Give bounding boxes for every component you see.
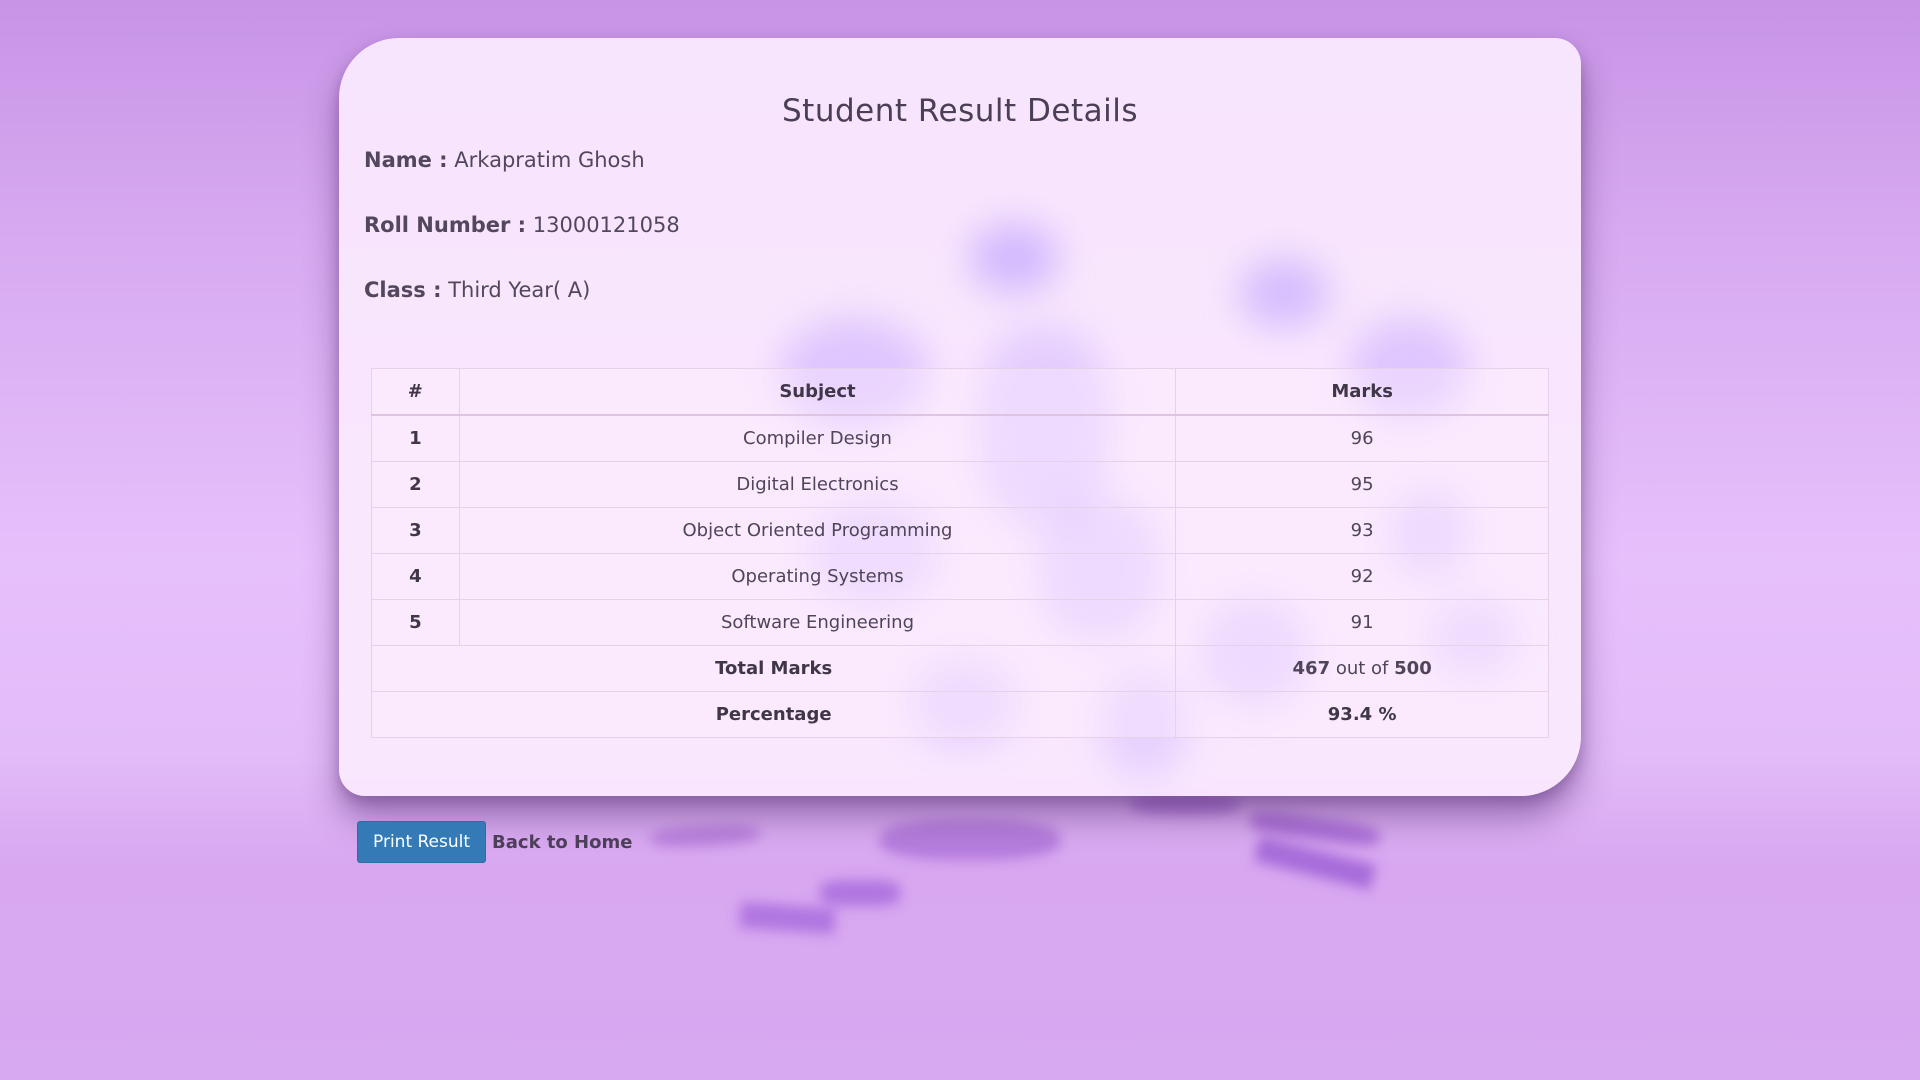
percentage-row: Percentage 93.4 % <box>370 691 1549 738</box>
row-subject: Digital Electronics <box>458 461 1177 508</box>
back-to-home-link[interactable]: Back to Home <box>492 832 632 853</box>
name-value: Arkapratim Ghosh <box>454 148 645 172</box>
background-decoration <box>880 820 1060 860</box>
total-separator: out of <box>1335 658 1389 679</box>
row-subject: Operating Systems <box>458 553 1177 600</box>
row-marks: 92 <box>1175 553 1549 600</box>
student-class: Class : Third Year( A) <box>364 278 590 302</box>
table-row: 5 Software Engineering 91 <box>371 599 1549 646</box>
background-decoration <box>1130 795 1240 815</box>
total-max: 500 <box>1394 658 1432 679</box>
row-marks: 96 <box>1175 414 1549 462</box>
header-number: # <box>371 368 460 416</box>
row-number: 1 <box>371 414 460 462</box>
print-result-button[interactable]: Print Result <box>357 821 487 863</box>
table-row: 2 Digital Electronics 95 <box>371 461 1549 508</box>
header-marks: Marks <box>1175 368 1549 416</box>
total-marks-row: Total Marks 467 out of 500 <box>370 645 1549 692</box>
background-decoration <box>739 901 836 935</box>
student-roll-number: Roll Number : 13000121058 <box>364 213 680 237</box>
header-subject: Subject <box>458 368 1177 416</box>
background-decoration <box>649 823 761 849</box>
row-marks: 93 <box>1175 507 1549 554</box>
total-marks-value: 467 out of 500 <box>1175 645 1549 692</box>
row-number: 3 <box>371 507 460 554</box>
total-marks-label: Total Marks <box>370 645 1177 692</box>
result-card: Student Result Details Name : Arkapratim… <box>339 38 1581 796</box>
row-number: 2 <box>371 461 460 508</box>
class-value: Third Year( A) <box>448 278 591 302</box>
page-title: Student Result Details <box>782 93 1138 129</box>
table-row: 1 Compiler Design 96 <box>371 414 1549 462</box>
row-marks: 91 <box>1175 599 1549 646</box>
percentage-value: 93.4 % <box>1175 691 1549 738</box>
class-label: Class : <box>364 278 442 302</box>
name-label: Name : <box>364 148 448 172</box>
student-name: Name : Arkapratim Ghosh <box>364 148 645 172</box>
results-table: # Subject Marks 1 Compiler Design 96 2 D… <box>370 368 1549 738</box>
table-header-row: # Subject Marks <box>371 368 1549 416</box>
roll-number-label: Roll Number : <box>364 213 527 237</box>
table-row: 3 Object Oriented Programming 93 <box>371 507 1549 554</box>
row-subject: Object Oriented Programming <box>458 507 1177 554</box>
background-decoration <box>820 880 900 906</box>
roll-number-value: 13000121058 <box>532 213 680 237</box>
row-marks: 95 <box>1175 461 1549 508</box>
row-number: 4 <box>371 553 460 600</box>
background-decoration <box>1253 835 1377 891</box>
background-decoration <box>1249 809 1381 849</box>
table-row: 4 Operating Systems 92 <box>371 553 1549 600</box>
row-subject: Software Engineering <box>458 599 1177 646</box>
total-obtained: 467 <box>1292 658 1331 679</box>
actions-bar: Print Result Back to Home <box>357 821 632 863</box>
percentage-label: Percentage <box>370 691 1177 738</box>
row-subject: Compiler Design <box>458 414 1177 462</box>
row-number: 5 <box>371 599 460 646</box>
